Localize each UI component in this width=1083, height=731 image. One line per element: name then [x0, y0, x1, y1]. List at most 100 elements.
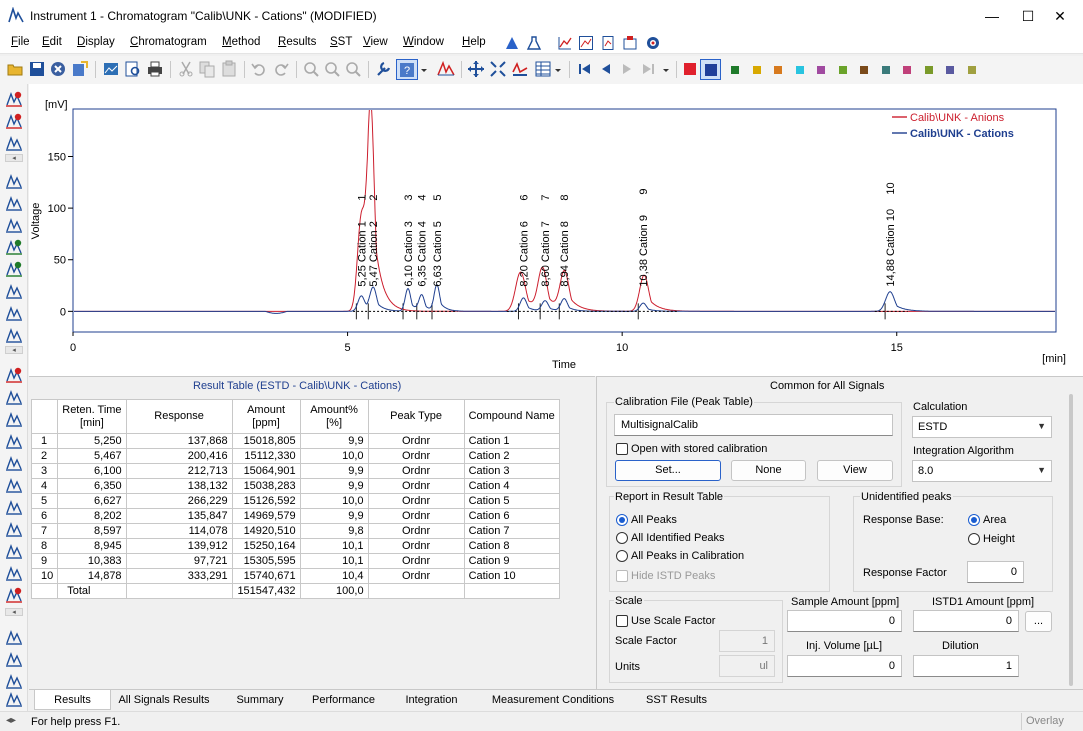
color-swatch-13[interactable]	[967, 66, 976, 74]
report-all-radio[interactable]	[616, 514, 628, 526]
export-icon[interactable]	[71, 60, 89, 78]
table-row[interactable]: 1 5,250 137,868 15018,805 9,9 Ordnr Cation 1	[30, 433, 560, 449]
color-swatch-3[interactable]	[752, 66, 761, 74]
column-header[interactable]: Amount [ppm]	[231, 399, 301, 434]
menu-edit[interactable]: Edit	[42, 36, 62, 48]
color-red-swatch[interactable]	[684, 63, 696, 75]
table-row[interactable]: 6 8,202 135,847 14969,579 9,9 Ordnr Cation 6	[30, 508, 560, 524]
zoom-reset-icon[interactable]	[344, 60, 362, 78]
fit-icon[interactable]	[489, 60, 507, 78]
menu-sst[interactable]: SST	[330, 36, 352, 48]
redo-icon[interactable]	[272, 60, 290, 78]
column-header[interactable]: Compound Name	[463, 399, 560, 434]
open-folder-icon[interactable]	[6, 60, 24, 78]
open-with-stored-checkbox[interactable]	[616, 443, 628, 455]
baseline-add-icon[interactable]	[5, 260, 23, 278]
save-icon[interactable]	[28, 60, 46, 78]
negative-peak-icon[interactable]	[5, 564, 23, 582]
peak-remove-icon[interactable]	[5, 366, 23, 384]
tab-integration[interactable]: Integration	[394, 690, 469, 710]
baseline-icon[interactable]	[511, 60, 529, 78]
tangent-icon[interactable]	[5, 388, 23, 406]
report-identified-radio[interactable]	[616, 532, 628, 544]
flask-icon[interactable]	[526, 35, 542, 51]
cut-icon[interactable]	[177, 60, 195, 78]
dilution-field[interactable]: 1	[913, 655, 1019, 677]
table-row[interactable]: 7 8,597 114,078 14920,510 9,8 Ordnr Cation 7	[30, 523, 560, 539]
first-icon[interactable]	[576, 60, 594, 78]
toolbar-expander-icon[interactable]: ◂	[5, 154, 23, 162]
status-expand-icon[interactable]: ◂▸	[6, 715, 16, 726]
overlay-icon[interactable]	[5, 672, 23, 690]
menu-results[interactable]: Results	[278, 36, 316, 48]
tab-results[interactable]: Results	[34, 690, 111, 710]
menu-method[interactable]: Method	[222, 36, 260, 48]
area-radio[interactable]	[968, 514, 980, 526]
none-button[interactable]: None	[731, 460, 806, 481]
tab-measurement-conditions[interactable]: Measurement Conditions	[479, 690, 627, 710]
integration-select[interactable]: 8.0 ▼	[912, 460, 1052, 482]
nav-dropdown-icon[interactable]	[661, 60, 671, 78]
color-swatch-9[interactable]	[881, 66, 890, 74]
height-radio[interactable]	[968, 533, 980, 545]
table-row[interactable]: 3 6,100 212,713 15064,901 9,9 Ordnr Cation 3	[30, 463, 560, 479]
tab-all-signals-results[interactable]: All Signals Results	[111, 690, 217, 710]
table-row[interactable]: 5 6,627 266,229 15126,592 10,0 Ordnr Cation 5	[30, 493, 560, 509]
menu-file[interactable]: File	[11, 36, 30, 48]
print-icon[interactable]	[146, 60, 164, 78]
table-row[interactable]: 9 10,383 97,721 15305,595 10,1 Ordnr Cation 9	[30, 553, 560, 569]
table-icon[interactable]	[534, 60, 552, 78]
table-dropdown-icon[interactable]	[553, 60, 563, 78]
response-factor-field[interactable]: 0	[967, 561, 1024, 583]
image-icon[interactable]	[102, 60, 120, 78]
chromatogram-panel[interactable]: 0 50 100 150 0 5 10 15 [mV] [min] Voltage Time 5,25 …	[29, 84, 1083, 376]
toolbar-expander-icon[interactable]: ◂	[5, 608, 23, 616]
print-preview-icon[interactable]	[124, 60, 142, 78]
integrate-icon[interactable]	[5, 628, 23, 646]
previous-icon[interactable]	[597, 60, 615, 78]
table-row[interactable]: 10 14,878 333,291 15740,671 10,4 Ordnr Cation …	[30, 568, 560, 584]
column-header[interactable]: Peak Type	[367, 399, 465, 434]
menu-view[interactable]: View	[363, 36, 388, 48]
target-icon[interactable]	[645, 35, 661, 51]
paste-icon[interactable]	[220, 60, 238, 78]
chart-icon[interactable]	[557, 35, 573, 51]
common-scrollbar[interactable]	[1069, 394, 1073, 686]
valley-icon[interactable]	[5, 410, 23, 428]
color-swatch-6[interactable]	[817, 66, 825, 74]
color-swatch-4[interactable]	[774, 66, 782, 74]
table-row[interactable]: 8 8,945 139,912 15250,164 10,1 Ordnr Cation 8	[30, 538, 560, 554]
forward-horizon-icon[interactable]	[5, 498, 23, 516]
color-swatch-8[interactable]	[860, 66, 868, 74]
color-swatch-12[interactable]	[946, 66, 954, 74]
column-header[interactable]: Response	[125, 399, 233, 434]
color-blue-swatch-selected[interactable]	[700, 59, 721, 80]
stack-icon[interactable]	[5, 690, 23, 708]
zoom-out-icon[interactable]	[323, 60, 341, 78]
color-swatch-11[interactable]	[924, 66, 933, 74]
tab-sst-results[interactable]: SST Results	[637, 690, 716, 710]
menu-window[interactable]: Window	[403, 36, 444, 48]
peak-delete-icon[interactable]	[5, 112, 23, 130]
group-icon[interactable]	[5, 326, 23, 344]
toolbar-expander-icon[interactable]: ◂	[5, 346, 23, 354]
instrument-icon[interactable]	[504, 35, 520, 51]
close-button[interactable]: ✕	[1037, 0, 1083, 32]
last-icon[interactable]	[639, 60, 657, 78]
peak-move-icon[interactable]	[5, 216, 23, 234]
result-table[interactable]: Reten. Time [min] Response Amount [ppm] Amoun…	[30, 399, 560, 599]
menu-help[interactable]: Help	[462, 36, 486, 48]
istd-more-button[interactable]: ...	[1025, 611, 1052, 632]
sequence-icon[interactable]	[622, 35, 638, 51]
peak-icon[interactable]	[437, 60, 455, 78]
tail-tangent-icon[interactable]	[5, 454, 23, 472]
backward-horizon-icon[interactable]	[5, 520, 23, 538]
table-row[interactable]: 2 5,467 200,416 15112,330 10,0 Ordnr Cation 2	[30, 448, 560, 464]
peak-create-icon[interactable]	[5, 238, 23, 256]
compare-icon[interactable]	[5, 650, 23, 668]
skim-icon[interactable]	[5, 304, 23, 322]
color-swatch-2[interactable]	[731, 66, 739, 74]
view-button[interactable]: View	[817, 460, 893, 481]
column-header[interactable]	[30, 399, 59, 434]
sample-amount-field[interactable]: 0	[787, 610, 902, 632]
